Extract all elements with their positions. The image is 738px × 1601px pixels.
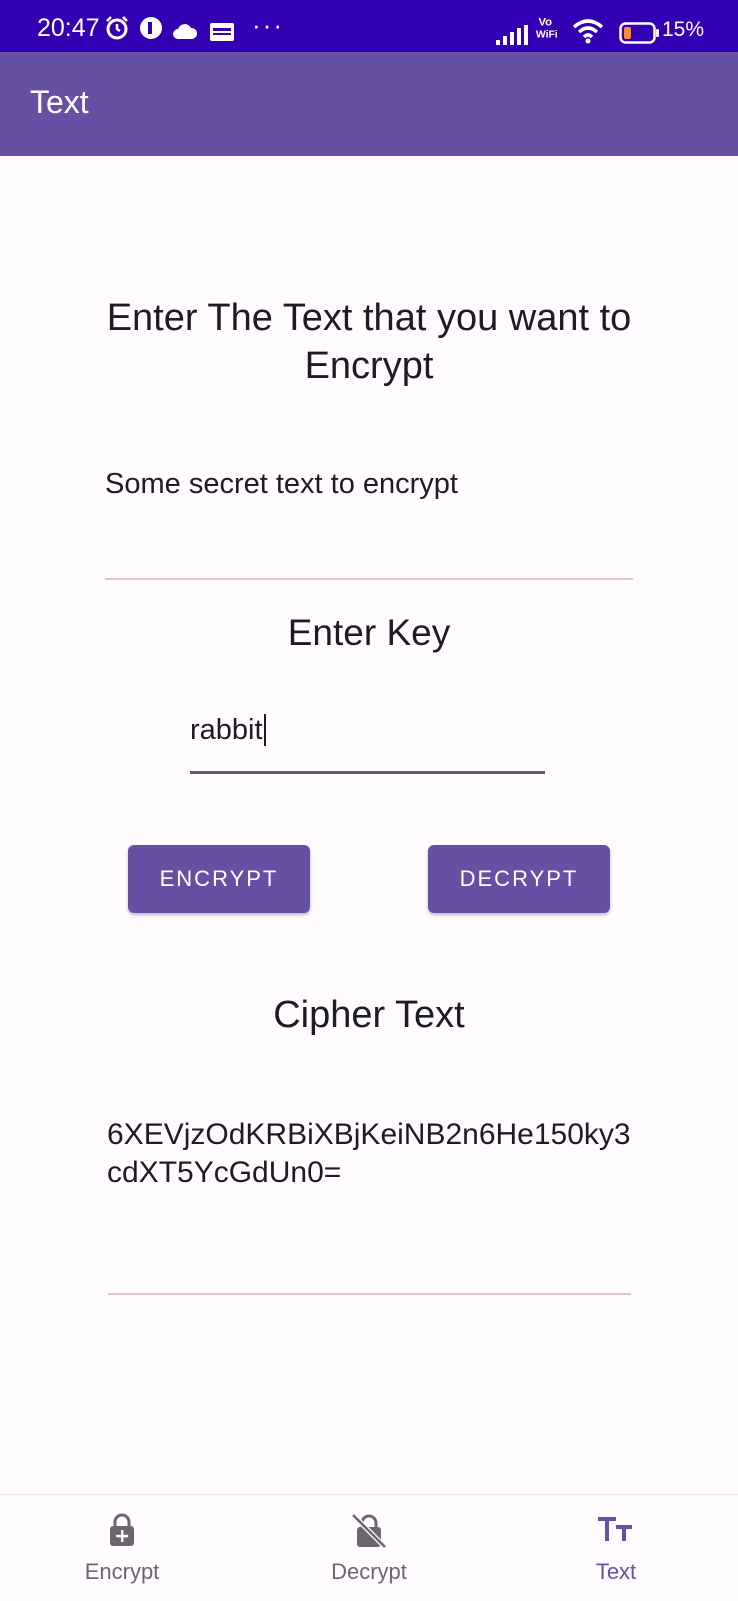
bottom-navigation: Encrypt Decrypt Text <box>0 1494 738 1601</box>
nav-item-text[interactable]: Text <box>526 1495 706 1601</box>
key-input-underline <box>190 771 545 774</box>
alarm-icon <box>106 16 128 40</box>
nav-label-text: Text <box>595 1559 637 1584</box>
key-input[interactable]: rabbit <box>190 714 266 746</box>
lock-plus-icon <box>110 1513 134 1546</box>
plaintext-input[interactable]: Some secret text to encrypt <box>105 468 633 501</box>
nav-item-encrypt[interactable]: Encrypt <box>32 1495 212 1601</box>
cipher-output-underline <box>108 1293 631 1295</box>
page-title: Text <box>30 84 89 120</box>
main-content: Enter The Text that you want to Encrypt … <box>0 156 738 1494</box>
encrypt-button[interactable]: ENCRYPT <box>128 845 310 913</box>
nav-label-encrypt: Encrypt <box>84 1559 160 1584</box>
wifi-icon <box>572 19 604 44</box>
decrypt-button[interactable]: DECRYPT <box>428 845 610 913</box>
status-time: 20:47 <box>37 14 100 42</box>
nav-item-decrypt[interactable]: Decrypt <box>279 1495 459 1601</box>
text-format-icon <box>598 1517 632 1541</box>
cloud-icon <box>173 24 198 39</box>
battery-percent: 15% <box>662 18 705 41</box>
cipher-output[interactable]: 6XEVjzOdKRBiXBjKeiNB2n6He150ky3cdXT5YcGd… <box>107 1116 637 1192</box>
svg-text:WiFi: WiFi <box>536 29 558 40</box>
status-bar: 20:47 ··· Vo WiFi 15% <box>0 0 738 52</box>
app-notification-icon <box>140 17 162 39</box>
battery-icon <box>619 22 659 44</box>
espn-app-icon <box>210 23 234 41</box>
lock-off-icon <box>351 1513 387 1549</box>
svg-text:Vo: Vo <box>538 16 552 28</box>
app-bar: Text <box>0 52 738 156</box>
plaintext-input-underline <box>105 578 633 580</box>
signal-icon <box>496 25 528 45</box>
cipher-heading: Cipher Text <box>273 994 465 1036</box>
vowifi-icon: Vo WiFi <box>536 16 558 40</box>
key-heading: Enter Key <box>287 612 451 653</box>
more-notifications-icon: ··· <box>252 10 284 40</box>
plaintext-heading: Enter The Text that you want to Encrypt <box>106 297 632 387</box>
nav-label-decrypt: Decrypt <box>331 1559 407 1584</box>
